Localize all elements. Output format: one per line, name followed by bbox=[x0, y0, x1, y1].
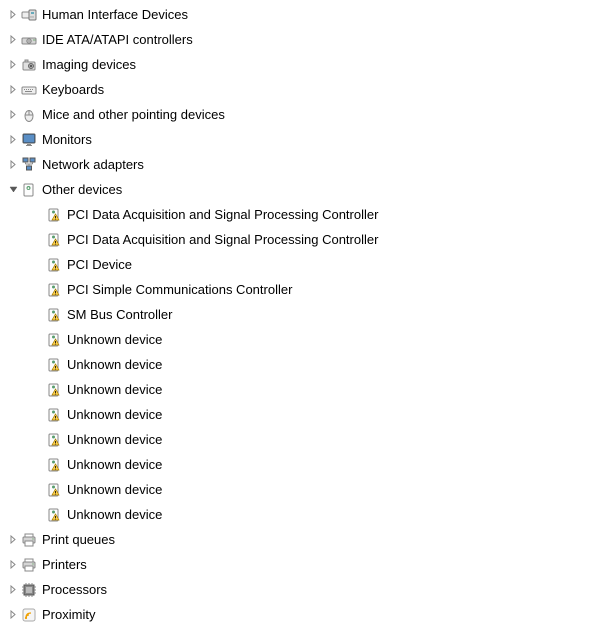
mouse-icon bbox=[21, 107, 37, 123]
device-warning-icon bbox=[46, 207, 62, 223]
expander-closed-icon[interactable] bbox=[8, 160, 18, 170]
category-label: Print queues bbox=[42, 532, 115, 547]
category-label: Monitors bbox=[42, 132, 92, 147]
other-icon bbox=[21, 182, 37, 198]
category-keyboards[interactable]: Keyboards bbox=[0, 77, 606, 102]
keyboard-icon bbox=[21, 82, 37, 98]
category-proximity[interactable]: Proximity bbox=[0, 602, 606, 627]
category-printqueues[interactable]: Print queues bbox=[0, 527, 606, 552]
device-item[interactable]: Unknown device bbox=[0, 327, 606, 352]
expander-closed-icon[interactable] bbox=[8, 560, 18, 570]
device-item[interactable]: Unknown device bbox=[0, 377, 606, 402]
device-item[interactable]: Unknown device bbox=[0, 402, 606, 427]
category-label: Printers bbox=[42, 557, 87, 572]
device-label: Unknown device bbox=[67, 457, 162, 472]
expander-closed-icon[interactable] bbox=[8, 135, 18, 145]
ide-icon bbox=[21, 32, 37, 48]
category-label: IDE ATA/ATAPI controllers bbox=[42, 32, 193, 47]
category-label: Proximity bbox=[42, 607, 95, 622]
device-warning-icon bbox=[46, 407, 62, 423]
proximity-icon bbox=[21, 607, 37, 623]
expander-closed-icon[interactable] bbox=[8, 585, 18, 595]
category-network[interactable]: Network adapters bbox=[0, 152, 606, 177]
printer-icon bbox=[21, 532, 37, 548]
expander-closed-icon[interactable] bbox=[8, 60, 18, 70]
device-tree: Human Interface Devices IDE ATA/ATAPI con… bbox=[0, 2, 606, 627]
device-item[interactable]: Unknown device bbox=[0, 502, 606, 527]
device-label: PCI Data Acquisition and Signal Processi… bbox=[67, 232, 378, 247]
category-imaging[interactable]: Imaging devices bbox=[0, 52, 606, 77]
device-label: PCI Simple Communications Controller bbox=[67, 282, 292, 297]
expander-closed-icon[interactable] bbox=[8, 610, 18, 620]
device-warning-icon bbox=[46, 507, 62, 523]
device-warning-icon bbox=[46, 457, 62, 473]
device-label: Unknown device bbox=[67, 357, 162, 372]
monitor-icon bbox=[21, 132, 37, 148]
device-item[interactable]: Unknown device bbox=[0, 352, 606, 377]
network-icon bbox=[21, 157, 37, 173]
device-warning-icon bbox=[46, 432, 62, 448]
expander-closed-icon[interactable] bbox=[8, 10, 18, 20]
device-item[interactable]: Unknown device bbox=[0, 427, 606, 452]
expander-closed-icon[interactable] bbox=[8, 85, 18, 95]
device-warning-icon bbox=[46, 232, 62, 248]
category-label: Processors bbox=[42, 582, 107, 597]
category-label: Keyboards bbox=[42, 82, 104, 97]
device-label: Unknown device bbox=[67, 332, 162, 347]
category-printers[interactable]: Printers bbox=[0, 552, 606, 577]
device-item[interactable]: SM Bus Controller bbox=[0, 302, 606, 327]
device-warning-icon bbox=[46, 282, 62, 298]
category-monitors[interactable]: Monitors bbox=[0, 127, 606, 152]
category-processors[interactable]: Processors bbox=[0, 577, 606, 602]
device-label: PCI Device bbox=[67, 257, 132, 272]
device-item[interactable]: PCI Device bbox=[0, 252, 606, 277]
processor-icon bbox=[21, 582, 37, 598]
expander-closed-icon[interactable] bbox=[8, 110, 18, 120]
expander-closed-icon[interactable] bbox=[8, 35, 18, 45]
device-label: Unknown device bbox=[67, 407, 162, 422]
category-other[interactable]: Other devices bbox=[0, 177, 606, 202]
device-item[interactable]: Unknown device bbox=[0, 477, 606, 502]
category-label: Human Interface Devices bbox=[42, 7, 188, 22]
device-item[interactable]: Unknown device bbox=[0, 452, 606, 477]
device-warning-icon bbox=[46, 357, 62, 373]
device-label: Unknown device bbox=[67, 507, 162, 522]
category-label: Other devices bbox=[42, 182, 122, 197]
device-warning-icon bbox=[46, 257, 62, 273]
device-label: Unknown device bbox=[67, 482, 162, 497]
printer-icon bbox=[21, 557, 37, 573]
device-warning-icon bbox=[46, 332, 62, 348]
device-label: Unknown device bbox=[67, 432, 162, 447]
device-warning-icon bbox=[46, 382, 62, 398]
category-hid[interactable]: Human Interface Devices bbox=[0, 2, 606, 27]
device-warning-icon bbox=[46, 307, 62, 323]
device-item[interactable]: PCI Data Acquisition and Signal Processi… bbox=[0, 202, 606, 227]
expander-open-icon[interactable] bbox=[8, 185, 18, 195]
category-ide[interactable]: IDE ATA/ATAPI controllers bbox=[0, 27, 606, 52]
imaging-icon bbox=[21, 57, 37, 73]
category-mice[interactable]: Mice and other pointing devices bbox=[0, 102, 606, 127]
category-label: Imaging devices bbox=[42, 57, 136, 72]
category-label: Mice and other pointing devices bbox=[42, 107, 225, 122]
device-item[interactable]: PCI Data Acquisition and Signal Processi… bbox=[0, 227, 606, 252]
device-label: SM Bus Controller bbox=[67, 307, 172, 322]
device-warning-icon bbox=[46, 482, 62, 498]
expander-closed-icon[interactable] bbox=[8, 535, 18, 545]
device-label: PCI Data Acquisition and Signal Processi… bbox=[67, 207, 378, 222]
category-label: Network adapters bbox=[42, 157, 144, 172]
device-label: Unknown device bbox=[67, 382, 162, 397]
hid-icon bbox=[21, 7, 37, 23]
device-item[interactable]: PCI Simple Communications Controller bbox=[0, 277, 606, 302]
